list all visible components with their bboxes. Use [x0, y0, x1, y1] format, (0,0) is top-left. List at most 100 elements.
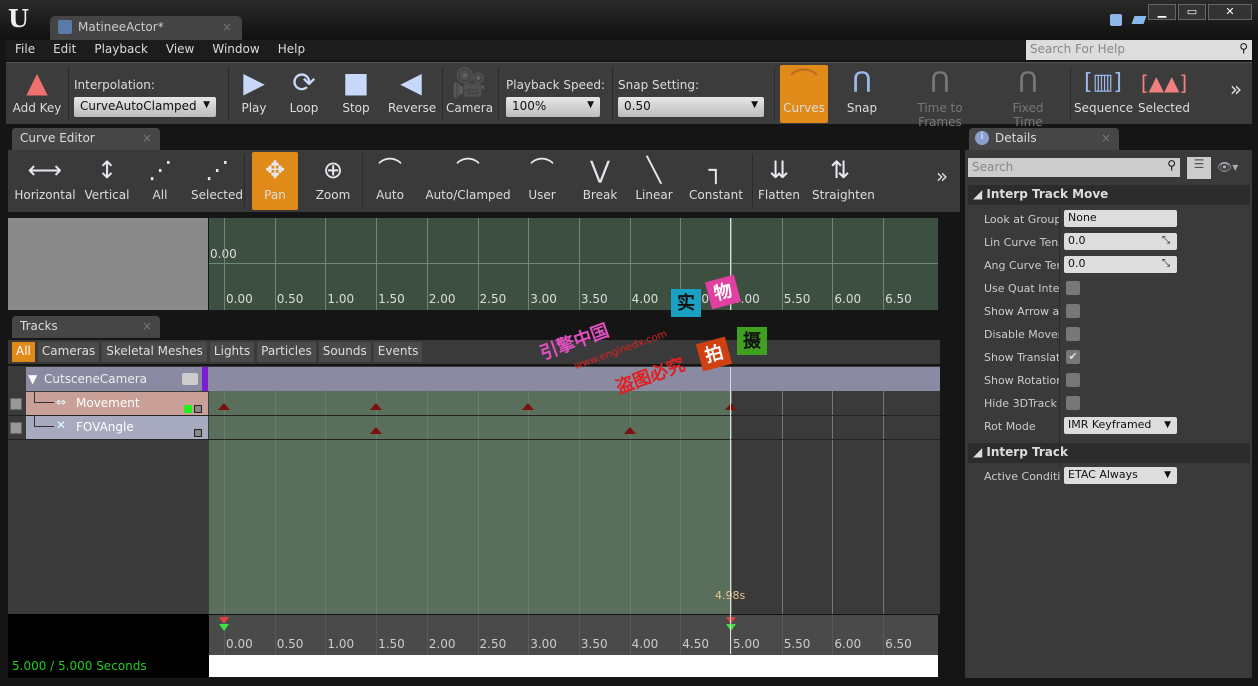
filter-skeletal-meshes[interactable]: Skeletal Meshes: [102, 342, 207, 362]
curve-btn-vertical[interactable]: ↕ Vertical: [82, 152, 132, 210]
playback-speed-label: Playback Speed:: [506, 78, 606, 92]
keyframe-marker[interactable]: [218, 403, 230, 410]
feedback-icon[interactable]: [1110, 14, 1122, 26]
filter-cameras[interactable]: Cameras: [37, 342, 100, 362]
curve-btn-user[interactable]: ⌒ User: [516, 152, 568, 210]
details-panel: Search ⚲ ☰ 👁▾ ◢ Interp Track Move Look at…: [965, 150, 1252, 678]
snap-setting-dropdown[interactable]: 0.50: [618, 97, 764, 117]
group-row[interactable]: [8, 367, 940, 391]
menu-edit[interactable]: Edit: [44, 40, 85, 60]
curve-btn-horizontal[interactable]: ⟷ Horizontal: [12, 152, 78, 210]
sequence-end-marker[interactable]: [726, 624, 736, 631]
toolbar-overflow-button[interactable]: »: [1226, 77, 1246, 135]
fovangle-enable-checkbox[interactable]: [10, 422, 22, 434]
fixed-time-button[interactable]: Ո Fixed Time: [996, 65, 1060, 129]
time-to-frames-button[interactable]: Ո Time to Frames: [896, 65, 984, 129]
interpolation-dropdown[interactable]: CurveAutoClamped: [74, 97, 216, 117]
menu-help[interactable]: Help: [269, 40, 314, 60]
prop-checkbox[interactable]: [1066, 327, 1080, 341]
filter-lights[interactable]: Lights: [209, 342, 255, 362]
search-icon[interactable]: ⚲: [1239, 41, 1248, 55]
loop-button[interactable]: ⟳ Loop: [284, 65, 324, 123]
playhead[interactable]: [730, 367, 731, 654]
timeline-scrollbar[interactable]: [209, 655, 938, 677]
details-tab[interactable]: i Details ×: [969, 128, 1119, 150]
curve-btn-selected[interactable]: ⋰ Selected: [188, 152, 246, 210]
keyframe-marker[interactable]: [370, 403, 383, 410]
close-button[interactable]: ✕: [1208, 4, 1252, 20]
curve-btn-flatten[interactable]: ⇊ Flatten: [754, 152, 804, 210]
prop-checkbox[interactable]: [1066, 281, 1080, 295]
view-options-list-icon[interactable]: ☰: [1187, 157, 1211, 179]
curves-toggle[interactable]: ⌒ Curves: [780, 65, 828, 123]
stop-button[interactable]: ■ Stop: [336, 65, 376, 123]
close-tab-icon[interactable]: ×: [1101, 131, 1111, 145]
section-interp-track[interactable]: ◢ Interp Track: [968, 443, 1250, 463]
play-button[interactable]: ▶ Play: [234, 65, 274, 123]
prop-checkbox[interactable]: [1066, 396, 1080, 410]
curve-btn-auto[interactable]: ⌒ Auto: [364, 152, 416, 210]
loop-end-marker[interactable]: [726, 617, 736, 624]
prop-checkbox[interactable]: [1066, 373, 1080, 387]
spin-drag-icon[interactable]: ⤡: [1162, 235, 1170, 246]
menu-file[interactable]: File: [6, 40, 44, 60]
prop-dropdown[interactable]: IMR Keyframed: [1064, 417, 1177, 434]
document-tab[interactable]: MatineeActor* ×: [50, 16, 242, 40]
keyframe-marker[interactable]: [623, 427, 636, 434]
help-search-input[interactable]: Search For Help ⚲: [1026, 40, 1252, 60]
close-tab-icon[interactable]: ×: [142, 131, 152, 145]
section-interp-track-move[interactable]: ◢ Interp Track Move: [968, 185, 1250, 205]
fit-selected-button[interactable]: [▲▲] Selected: [1136, 65, 1192, 123]
curve-btn-pan[interactable]: ✥ Pan: [252, 152, 298, 210]
curve-btn-break[interactable]: ⋁ Break: [576, 152, 624, 210]
show-curve-toggle[interactable]: [194, 405, 202, 413]
snap-toggle[interactable]: Ո Snap: [840, 65, 884, 123]
menu-window[interactable]: Window: [203, 40, 268, 60]
camera-button[interactable]: 🎥 Camera: [446, 65, 493, 123]
show-curve-toggle[interactable]: [194, 429, 202, 437]
curve-btn-straighten[interactable]: ⇅ Straighten: [812, 152, 875, 210]
minimize-button[interactable]: ▁: [1148, 4, 1176, 20]
fit-sequence-button[interactable]: [▥] Sequence: [1074, 65, 1133, 123]
curve-toolbar-overflow-button[interactable]: »: [932, 164, 952, 222]
visibility-eye-icon[interactable]: 👁▾: [1217, 160, 1238, 174]
tracks-tab[interactable]: Tracks ×: [12, 316, 160, 338]
loop-start-marker[interactable]: [219, 617, 229, 624]
prop-checkbox[interactable]: ✔: [1066, 350, 1080, 364]
sequence-start-marker[interactable]: [219, 624, 229, 631]
reverse-button[interactable]: ◀ Reverse: [388, 65, 436, 123]
maximize-button[interactable]: ▭: [1178, 4, 1206, 20]
expand-arrow-icon[interactable]: ▼: [28, 372, 37, 386]
camera-icon[interactable]: [182, 373, 198, 385]
curve-color-swatch[interactable]: [184, 405, 192, 413]
keyframe-marker[interactable]: [725, 403, 737, 410]
curve-editor-tab[interactable]: Curve Editor ×: [12, 128, 160, 150]
add-key-button[interactable]: ▲ Add Key: [10, 65, 64, 123]
active-condition-dropdown[interactable]: ETAC Always: [1064, 467, 1177, 484]
filter-particles[interactable]: Particles: [257, 342, 316, 362]
close-tab-icon[interactable]: ×: [142, 319, 152, 333]
keyframe-marker[interactable]: [522, 403, 535, 410]
curve-btn-linear[interactable]: ╲ Linear: [628, 152, 680, 210]
curve-btn-auto-clamped[interactable]: ⌒ Auto/Clamped: [422, 152, 514, 210]
curve-btn-zoom[interactable]: ⊕ Zoom: [308, 152, 358, 210]
prop-checkbox[interactable]: [1066, 304, 1080, 318]
keyframe-marker[interactable]: [370, 427, 383, 434]
playback-speed-dropdown[interactable]: 100%: [506, 97, 600, 117]
filter-all[interactable]: All: [12, 342, 35, 362]
curve-graph[interactable]: 0.00 0.000.501.001.502.002.503.003.504.0…: [209, 218, 938, 310]
menu-playback[interactable]: Playback: [85, 40, 157, 60]
filter-sounds[interactable]: Sounds: [318, 342, 371, 362]
prop-input[interactable]: None: [1064, 210, 1177, 227]
curve-btn-constant[interactable]: ┐ Constant: [684, 152, 748, 210]
filter-events[interactable]: Events: [373, 342, 423, 362]
close-tab-icon[interactable]: ×: [222, 20, 232, 34]
prop-input[interactable]: 0.0: [1064, 233, 1177, 250]
prop-input[interactable]: 0.0: [1064, 256, 1177, 273]
timeline-ruler[interactable]: 0.00 0.50 1.00 1.50 2.00 2.50 3.00 3.50 4.00 4.50…: [209, 614, 938, 656]
movement-enable-checkbox[interactable]: [10, 398, 22, 410]
menu-view[interactable]: View: [157, 40, 203, 60]
spin-drag-icon[interactable]: ⤡: [1162, 258, 1170, 269]
details-search-input[interactable]: Search ⚲: [968, 158, 1180, 177]
curve-btn-all[interactable]: ⋰ All: [138, 152, 182, 210]
